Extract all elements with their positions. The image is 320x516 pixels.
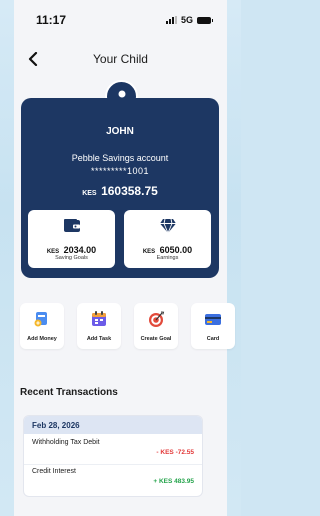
earnings-label: Earnings xyxy=(156,255,179,261)
card-icon xyxy=(205,314,221,325)
transaction-amount: - KES -72.55 xyxy=(156,449,194,456)
add-task-label: Add Task xyxy=(86,336,112,342)
add-task-icon xyxy=(92,311,106,326)
saving-goals-tile[interactable]: KES 2034.00 Saving Goals xyxy=(28,210,115,268)
battery-icon xyxy=(197,16,213,24)
balance-currency: KES xyxy=(82,190,97,197)
network-type: 5G xyxy=(180,15,193,25)
back-button[interactable] xyxy=(28,49,46,69)
child-name: JOHN xyxy=(106,126,134,137)
signal-icon xyxy=(165,16,177,24)
background-right xyxy=(227,0,241,516)
transaction-description: Withholding Tax Debit xyxy=(32,439,100,446)
transaction-description: Credit Interest xyxy=(32,468,76,475)
add-money-icon xyxy=(34,312,47,327)
transaction-row[interactable]: Credit Interest + KES 483.95 xyxy=(24,464,202,494)
status-time: 11:17 xyxy=(36,13,67,27)
status-indicators: 5G xyxy=(165,15,213,25)
background-left xyxy=(0,0,14,516)
create-goal-label: Create Goal xyxy=(140,336,172,342)
wallet-icon xyxy=(63,219,80,232)
account-card: JOHN Pebble Savings account *********100… xyxy=(21,98,219,278)
card-label: Card xyxy=(206,336,220,342)
account-name: Pebble Savings account xyxy=(71,153,169,163)
chevron-left-icon xyxy=(28,52,38,66)
target-icon xyxy=(149,311,165,327)
add-task-button[interactable]: Add Task xyxy=(77,303,121,349)
transaction-date: Feb 28, 2026 xyxy=(24,416,202,434)
card-button[interactable]: Card xyxy=(191,303,235,349)
transaction-row[interactable]: Withholding Tax Debit - KES -72.55 xyxy=(24,435,202,465)
saving-goals-label: Saving Goals xyxy=(55,255,88,261)
account-number: *********1001 xyxy=(90,166,150,176)
create-goal-button[interactable]: Create Goal xyxy=(134,303,178,349)
quick-actions: Add Money Add Task Create Goal Card xyxy=(20,303,235,349)
diamond-icon xyxy=(159,218,176,234)
account-balance: KES 160358.75 xyxy=(21,182,219,200)
add-money-label: Add Money xyxy=(27,336,57,342)
recent-transactions-title: Recent Transactions xyxy=(20,387,118,398)
earnings-tile[interactable]: KES 6050.00 Earnings xyxy=(124,210,211,268)
transaction-amount: + KES 483.95 xyxy=(153,478,194,485)
balance-amount: 160358.75 xyxy=(101,184,158,198)
status-bar: 11:17 5G xyxy=(14,0,227,40)
add-money-button[interactable]: Add Money xyxy=(20,303,64,349)
earnings-amount: 6050.00 xyxy=(159,245,193,255)
nav-bar: Your Child xyxy=(14,40,227,78)
saving-goals-amount: 2034.00 xyxy=(63,245,97,255)
transactions-card: Feb 28, 2026 Withholding Tax Debit - KES… xyxy=(23,415,203,497)
